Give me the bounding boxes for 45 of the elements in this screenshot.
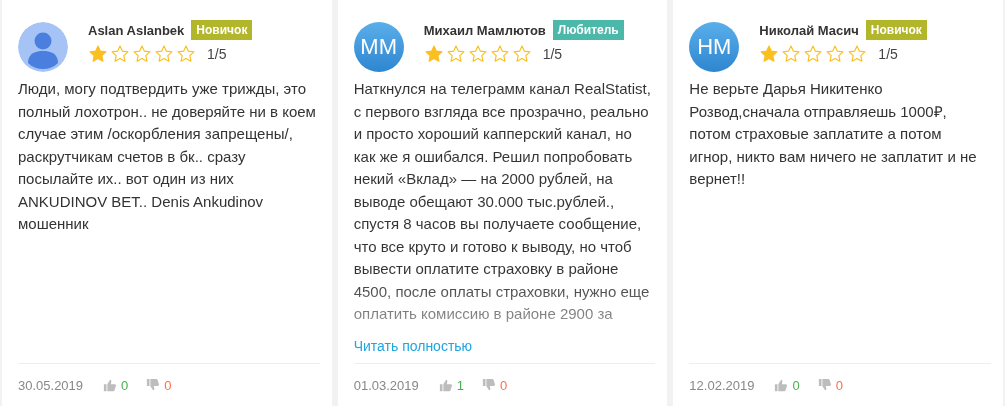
thumbs-down-icon[interactable] — [817, 378, 832, 392]
empty-star-icon — [803, 44, 824, 64]
author-name: Михаил Мамлютов — [423, 22, 546, 38]
review-text: Не верьте Дарья Никитенко Розвод,сначала отправляешь 1000₽, потом страховые заплатите а потом игнор, никто вам ничего не заплатит и не вернет!! — [689, 79, 978, 189]
likes-count: 0 — [121, 377, 129, 393]
thumbs-up-icon[interactable] — [438, 378, 453, 392]
avatar-initials: ММ — [353, 22, 404, 72]
thumbs-up-icon[interactable] — [774, 378, 789, 392]
likes-count: 1 — [456, 377, 464, 393]
rank-badge: Новичок — [191, 20, 253, 40]
review-text: Люди, могу подтвердить уже трижды, это полный лохотрон.. не доверяйте ни в коем случае этим /оскорбления запрещены/, раскрутчикам счетов в бк.. сразу посылайте их.. вот один из них ANKUDINOV BET.. Denis Ankudinov мошенник — [18, 79, 317, 234]
empty-star-icon — [445, 44, 466, 64]
author-name: Николай Масич — [759, 22, 859, 38]
empty-star-icon — [110, 44, 130, 64]
dislikes-count: 0 — [500, 377, 508, 393]
empty-star-icon — [467, 44, 488, 64]
empty-star-icon — [489, 44, 510, 64]
rating-text: 1/5 — [542, 46, 563, 62]
dislikes-count: 0 — [164, 377, 172, 393]
review-date: 12.02.2019 — [689, 377, 755, 393]
filled-star-icon — [423, 44, 444, 64]
empty-star-icon — [825, 44, 846, 64]
thumbs-down-icon[interactable] — [482, 378, 496, 392]
empty-star-icon — [176, 44, 196, 64]
rank-badge: Новичок — [865, 20, 927, 40]
rank-badge: Любитель — [552, 20, 624, 40]
filled-star-icon — [759, 44, 780, 64]
rating-text: 1/5 — [878, 46, 898, 62]
avatar-initials: НМ — [689, 22, 740, 72]
review-date: 01.03.2019 — [353, 377, 419, 393]
empty-star-icon — [154, 44, 174, 64]
thumbs-down-icon[interactable] — [146, 378, 161, 392]
thumbs-up-icon[interactable] — [103, 378, 118, 392]
dislikes-count: 0 — [835, 377, 843, 393]
likes-count: 0 — [792, 377, 800, 393]
author-name: Aslan Aslanbek — [88, 22, 185, 38]
review-date: 30.05.2019 — [18, 377, 84, 393]
user-avatar-icon — [18, 22, 68, 72]
empty-star-icon — [847, 44, 868, 64]
read-more-link[interactable]: Читать полностью — [353, 337, 473, 354]
filled-star-icon — [88, 44, 108, 64]
empty-star-icon — [511, 44, 532, 64]
empty-star-icon — [132, 44, 152, 64]
empty-star-icon — [781, 44, 802, 64]
rating-text: 1/5 — [207, 46, 227, 62]
